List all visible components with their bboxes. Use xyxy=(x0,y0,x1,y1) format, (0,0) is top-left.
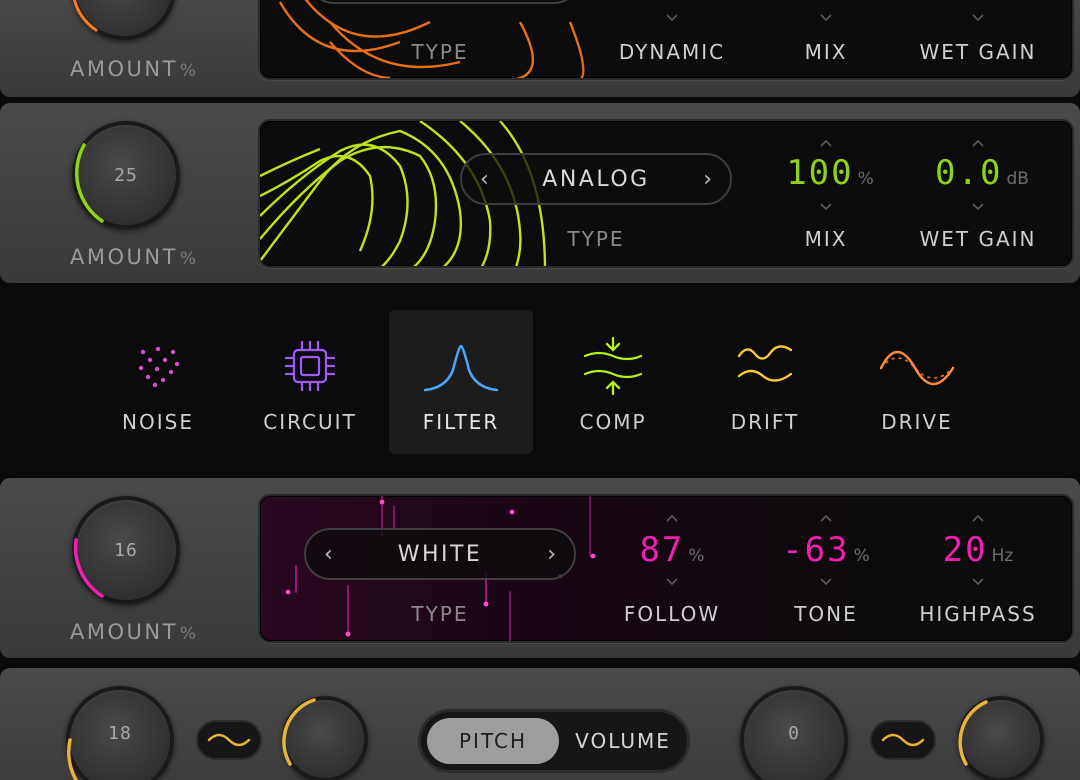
top-type-selector[interactable] xyxy=(308,0,580,4)
noise-follow-label: FOLLOW xyxy=(623,602,721,626)
bell-curve-icon xyxy=(423,344,499,392)
noise-amount-value: 16 xyxy=(114,539,138,561)
noise-follow-value[interactable]: 87% xyxy=(602,530,742,570)
noise-follow-up-icon[interactable] xyxy=(666,514,678,522)
noise-tone-up-icon[interactable] xyxy=(820,514,832,522)
noise-highpass-down-icon[interactable] xyxy=(972,578,984,586)
analog-type-prev-button[interactable]: ‹ xyxy=(480,167,489,192)
sine-shape-icon xyxy=(207,733,251,747)
top-wetgain-down-icon[interactable] xyxy=(972,14,984,22)
toggle-pitch[interactable]: PITCH xyxy=(427,718,559,764)
noise-effect-screen: ‹ WHITE › TYPE 87% FOLLOW -63% TONE 20 Hz… xyxy=(258,494,1074,643)
sine-shape-icon xyxy=(881,733,925,747)
noise-type-prev-button[interactable]: ‹ xyxy=(324,542,333,567)
module-drive[interactable]: DRIVE xyxy=(845,310,989,454)
module-noise-label: NOISE xyxy=(122,410,194,434)
top-type-label: TYPE xyxy=(411,40,469,64)
top-mix-label: MIX xyxy=(804,40,848,64)
top-dynamic-down-icon[interactable] xyxy=(666,14,678,22)
noise-highpass-label: HIGHPASS xyxy=(919,602,1037,626)
analog-effect-screen: ‹ ANALOG › TYPE 100% MIX 0.0 dB WET GAIN xyxy=(258,119,1074,268)
noise-highpass-value[interactable]: 20 Hz xyxy=(908,530,1048,570)
right-lfo-rate-knob[interactable] xyxy=(958,696,1044,780)
analog-type-next-button[interactable]: › xyxy=(703,167,712,192)
analog-wetgain-value[interactable]: 0.0 dB xyxy=(912,153,1052,193)
analog-wetgain-label: WET GAIN xyxy=(919,227,1037,251)
analog-mix-label: MIX xyxy=(804,227,848,251)
noise-tone-down-icon[interactable] xyxy=(820,578,832,586)
module-circuit-label: CIRCUIT xyxy=(263,410,357,434)
module-drive-label: DRIVE xyxy=(881,410,953,434)
analog-amount-knob[interactable]: 25 xyxy=(72,121,180,229)
noise-tone-value[interactable]: -63% xyxy=(756,530,896,570)
noise-tone-label: TONE xyxy=(794,602,858,626)
module-drift-label: DRIFT xyxy=(730,410,800,434)
pitch-volume-toggle[interactable]: PITCH VOLUME xyxy=(418,709,690,773)
analog-wetgain-down-icon[interactable] xyxy=(972,203,984,211)
left-lfo-rate-knob[interactable] xyxy=(282,696,368,780)
top-amount-label: AMOUNT% xyxy=(70,57,197,81)
noise-type-next-button[interactable]: › xyxy=(547,542,556,567)
top-dynamic-label: DYNAMIC xyxy=(618,40,726,64)
analog-type-label: TYPE xyxy=(567,227,625,251)
noise-type-value: WHITE xyxy=(397,541,483,567)
left-lfo-depth-value: 18 xyxy=(108,722,132,744)
compress-arrows-icon xyxy=(583,336,643,396)
analog-amount-value: 25 xyxy=(114,164,138,186)
module-selector-bar: NOISE CIRCUIT FILTER COMP DRIFT DRIVE xyxy=(0,290,1080,470)
noise-type-selector[interactable]: ‹ WHITE › xyxy=(304,528,576,580)
analog-mix-down-icon[interactable] xyxy=(820,203,832,211)
top-effect-screen: TYPE DYNAMIC MIX WET GAIN xyxy=(258,0,1074,80)
module-circuit[interactable]: CIRCUIT xyxy=(238,310,382,454)
top-mix-down-icon[interactable] xyxy=(820,14,832,22)
toggle-volume[interactable]: VOLUME xyxy=(563,718,683,764)
module-comp[interactable]: COMP xyxy=(541,310,685,454)
noise-follow-down-icon[interactable] xyxy=(666,578,678,586)
module-filter-label: FILTER xyxy=(422,410,500,434)
analog-mix-up-icon[interactable] xyxy=(820,139,832,147)
right-lfo-depth-value: 0 xyxy=(788,722,800,744)
noise-amount-knob[interactable]: 16 xyxy=(72,496,180,604)
chip-icon xyxy=(285,341,335,391)
right-lfo-shape-button[interactable] xyxy=(870,720,936,760)
module-filter[interactable]: FILTER xyxy=(389,310,533,454)
sine-wave-icon xyxy=(879,350,955,386)
left-lfo-shape-button[interactable] xyxy=(196,720,262,760)
analog-wetgain-up-icon[interactable] xyxy=(972,139,984,147)
noise-type-label: TYPE xyxy=(411,602,469,626)
analog-amount-label: AMOUNT% xyxy=(70,245,197,269)
module-noise[interactable]: NOISE xyxy=(86,310,230,454)
drift-waves-icon xyxy=(737,345,793,382)
noise-dots-icon xyxy=(138,346,180,388)
module-drift[interactable]: DRIFT xyxy=(693,310,837,454)
noise-amount-label: AMOUNT% xyxy=(70,620,197,644)
noise-highpass-up-icon[interactable] xyxy=(972,514,984,522)
analog-type-selector[interactable]: ‹ ANALOG › xyxy=(460,153,732,205)
analog-mix-value[interactable]: 100% xyxy=(760,153,900,193)
analog-type-value: ANALOG xyxy=(542,166,650,192)
top-wetgain-label: WET GAIN xyxy=(919,40,1037,64)
module-comp-label: COMP xyxy=(579,410,647,434)
